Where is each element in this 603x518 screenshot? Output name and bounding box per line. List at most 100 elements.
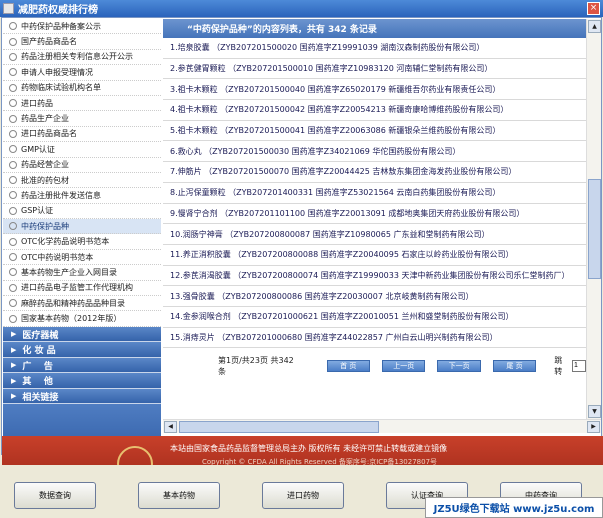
- scroll-up-arrow-icon[interactable]: ▲: [588, 20, 601, 33]
- imported-drugs-button[interactable]: 进口药物: [262, 482, 344, 509]
- sidebar-category[interactable]: ▶ 相关链接: [3, 388, 161, 405]
- sidebar-category-list: ▶ 医疗器械 ▶ 化 妆 品 ▶ 广 告 ▶ 其 他 ▶ 相关链接: [3, 326, 161, 405]
- bullet-icon: [9, 268, 17, 277]
- vertical-scrollbar[interactable]: ▲ ▼: [586, 19, 601, 419]
- page-info: 第1页/共23页 共342条: [218, 355, 294, 376]
- record-row[interactable]: 6.救心丸 （ZYB207201500030 国药准字Z34021069 华佗国…: [163, 141, 586, 163]
- sidebar-item[interactable]: 进口药品: [3, 96, 161, 112]
- prev-page-button[interactable]: 上一页: [382, 359, 426, 372]
- record-row[interactable]: 5.祖卡木颗粒 （ZYB207201500041 国药准字Z20063086 新…: [163, 121, 586, 142]
- bullet-icon: [9, 299, 17, 308]
- sidebar-item[interactable]: 麻醉药品和精神药品品种目录: [3, 296, 161, 312]
- jump-page-input[interactable]: [572, 359, 586, 372]
- sidebar-item[interactable]: 药品注册相关专利信息公开公示: [3, 50, 161, 66]
- sidebar-item-label: OTC化学药品说明书范本: [21, 237, 110, 247]
- bullet-icon: [9, 99, 17, 108]
- sidebar-item[interactable]: 国产药品商品名: [3, 34, 161, 50]
- sidebar-item-label: 进口药品电子监管工作代理机构: [21, 283, 133, 293]
- record-row[interactable]: 7.伸筋片 （ZYB207201500070 国药准字Z20044425 吉林敖…: [163, 162, 586, 183]
- sidebar-category-label: 广 告: [22, 361, 53, 372]
- bullet-icon: [9, 22, 17, 31]
- sidebar-item[interactable]: 药品生产企业: [3, 111, 161, 127]
- bullet-icon: [9, 191, 17, 200]
- main-content: “中药保护品种”的内容列表，共有 342 条记录 1.培泉胶囊 （ZYB2072…: [163, 19, 586, 419]
- record-row[interactable]: 9.慢肾宁合剂 （ZYB207201101100 国药准字Z20013091 成…: [163, 204, 586, 225]
- sidebar-item-label: 基本药物生产企业入网目录: [21, 267, 117, 277]
- sidebar-item[interactable]: 进口药品商品名: [3, 127, 161, 143]
- record-row[interactable]: 3.祖卡木颗粒 （ZYB207201500040 国药准字Z65020179 新…: [163, 79, 586, 101]
- sidebar-item-label: 中药保护品种: [21, 221, 69, 231]
- sidebar-category-label: 医疗器械: [22, 330, 59, 341]
- sidebar-item[interactable]: 中药保护品种: [3, 219, 161, 235]
- record-row[interactable]: 15.消痔灵片 （ZYB207201000680 国药准字Z44022857 广…: [163, 328, 586, 349]
- footer-notice: 本站由国家食品药品监督管理总局主办 版权所有 未经许可禁止转载或建立镜像: [170, 444, 448, 453]
- record-row[interactable]: 4.祖卡木颗粒 （ZYB207201500042 国药准字Z20054213 新…: [163, 100, 586, 121]
- app-icon: [3, 3, 14, 14]
- sidebar-item[interactable]: 药物临床试验机构名单: [3, 81, 161, 96]
- bullet-icon: [9, 114, 17, 123]
- sidebar-item[interactable]: OTC中药说明书范本: [3, 250, 161, 266]
- sidebar-category-label: 其 他: [22, 377, 53, 388]
- bullet-icon: [9, 314, 17, 323]
- triangle-right-icon: ▶: [11, 361, 17, 370]
- sidebar-item[interactable]: 中药保护品种备案公示: [3, 19, 161, 35]
- sidebar-category[interactable]: ▶ 广 告: [3, 357, 161, 374]
- bullet-icon: [9, 145, 17, 154]
- bullet-icon: [9, 129, 17, 138]
- sidebar-category[interactable]: ▶ 化 妆 品: [3, 342, 161, 358]
- sidebar-item[interactable]: 基本药物生产企业入网目录: [3, 265, 161, 281]
- bullet-icon: [9, 52, 17, 61]
- sidebar-item[interactable]: GMP认证: [3, 142, 161, 158]
- horizontal-scrollbar[interactable]: ◀ ▶: [163, 419, 601, 433]
- sidebar-item-label: 国产药品商品名: [21, 37, 77, 47]
- watermark-badge: JZ5U绿色下载站 www.jz5u.com: [425, 497, 603, 518]
- basic-drugs-button[interactable]: 基本药物: [138, 482, 220, 509]
- scroll-left-arrow-icon[interactable]: ◀: [164, 421, 177, 433]
- record-row[interactable]: 14.金参润喉合剂 （ZYB207201000621 国药准字Z20010051…: [163, 307, 586, 328]
- window-title: 减肥药权威排行榜: [18, 5, 98, 16]
- record-row[interactable]: 2.参芪健胃颗粒 （ZYB207201500010 国药准字Z10983120 …: [163, 59, 586, 80]
- bullet-icon: [9, 222, 17, 231]
- next-page-button[interactable]: 下一页: [437, 359, 481, 372]
- record-row[interactable]: 12.参芪消渴胶囊 （ZYB207200800074 国药准字Z19990033…: [163, 266, 586, 287]
- sidebar-item-label: 申请人申报受理情况: [21, 67, 93, 77]
- sidebar-item[interactable]: 进口药品电子监管工作代理机构: [3, 281, 161, 297]
- sidebar-item-label: 进口药品商品名: [21, 129, 77, 139]
- triangle-right-icon: ▶: [11, 345, 17, 354]
- record-row[interactable]: 11.养正消积胶囊 （ZYB207200800088 国药准字Z20040095…: [163, 245, 586, 266]
- sidebar-category[interactable]: ▶ 其 他: [3, 373, 161, 389]
- sidebar-item[interactable]: 批准的药包材: [3, 173, 161, 189]
- sidebar-item[interactable]: OTC化学药品说明书范本: [3, 234, 161, 250]
- record-row[interactable]: 1.培泉胶囊 （ZYB207201500020 国药准字Z19991039 湖南…: [163, 38, 586, 59]
- horizontal-scrollbar-thumb[interactable]: [179, 421, 379, 433]
- pager: 第1页/共23页 共342条 首 页 上一页 下一页 尾 页 跳转: [163, 348, 586, 383]
- scrollbar-thumb[interactable]: [588, 179, 601, 279]
- sidebar-item-label: OTC中药说明书范本: [21, 252, 94, 262]
- sidebar-category[interactable]: ▶ 医疗器械: [3, 326, 161, 343]
- last-page-button[interactable]: 尾 页: [492, 359, 537, 372]
- first-page-button[interactable]: 首 页: [326, 359, 370, 372]
- bullet-icon: [9, 83, 17, 92]
- sidebar-item[interactable]: GSP认证: [3, 204, 161, 220]
- triangle-right-icon: ▶: [11, 330, 17, 339]
- bullet-icon: [9, 253, 17, 262]
- sidebar-item[interactable]: 药品经营企业: [3, 158, 161, 173]
- triangle-right-icon: ▶: [11, 376, 17, 385]
- sidebar-item-label: 药品注册批件发送信息: [21, 190, 101, 200]
- sidebar-item[interactable]: 国家基本药物（2012年版）: [3, 311, 161, 327]
- sidebar-item[interactable]: 申请人申报受理情况: [3, 65, 161, 81]
- bullet-icon: [9, 237, 17, 246]
- scroll-down-arrow-icon[interactable]: ▼: [588, 405, 601, 418]
- sidebar-item-label: 麻醉药品和精神药品品种目录: [21, 298, 125, 308]
- record-row[interactable]: 13.强骨胶囊 （ZYB207200800086 国药准字Z20030007 北…: [163, 286, 586, 307]
- record-row[interactable]: 10.润肠宁神膏 （ZYB207200800087 国药准字Z10980065 …: [163, 224, 586, 245]
- sidebar-item-label: 药品注册相关专利信息公开公示: [21, 52, 133, 62]
- sidebar-item-label: 药物临床试验机构名单: [21, 83, 101, 93]
- sidebar-item[interactable]: 药品注册批件发送信息: [3, 188, 161, 204]
- record-row[interactable]: 8.止泻保童颗粒 （ZYB207201400331 国药准字Z53021564 …: [163, 183, 586, 204]
- title-bar: 减肥药权威排行榜 ×: [0, 0, 603, 17]
- data-query-button[interactable]: 数据查询: [14, 482, 96, 509]
- close-icon[interactable]: ×: [587, 2, 600, 15]
- scroll-right-arrow-icon[interactable]: ▶: [587, 421, 600, 433]
- jump-label: 跳转: [554, 355, 563, 376]
